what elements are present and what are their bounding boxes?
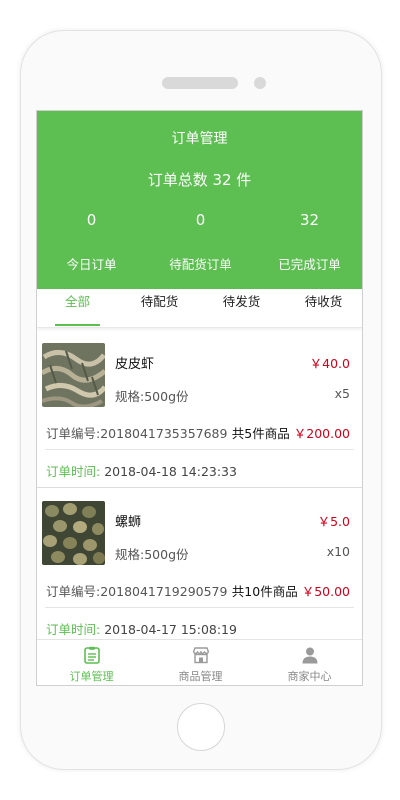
order-time-value: 2018-04-18 14:23:33 bbox=[104, 464, 237, 479]
nav-product-management-label: 商品管理 bbox=[178, 670, 223, 683]
nav-product-management[interactable]: 商品管理 bbox=[146, 640, 255, 685]
order-total-amount: ￥50.00 bbox=[301, 584, 350, 599]
product-name: 螺蛳 bbox=[115, 515, 142, 530]
order-time-label: 订单时间: bbox=[46, 622, 101, 637]
tab-pending-packing[interactable]: 待配货 bbox=[119, 289, 200, 327]
order-time-label: 订单时间: bbox=[46, 464, 101, 479]
order-time-value: 2018-04-17 15:08:19 bbox=[104, 622, 237, 637]
store-icon bbox=[192, 647, 210, 664]
product-thumbnail-shrimp bbox=[42, 343, 105, 407]
order-number: 订单编号:2018041719290579 bbox=[46, 584, 228, 599]
order-separator bbox=[37, 487, 362, 488]
header: 订单管理 订单总数 32 件 0 今日订单 0 待配货订单 32 已完成订单 bbox=[37, 111, 362, 289]
order-item-count: 共5件商品 bbox=[231, 426, 290, 441]
stat-today-value: 0 bbox=[86, 211, 97, 229]
order-time: 订单时间: 2018-04-18 14:23:33 bbox=[46, 461, 237, 480]
user-icon bbox=[302, 647, 318, 664]
order-card[interactable]: 皮皮虾 ￥40.0 规格:500g份 x5 订单编号:2018041735357… bbox=[37, 333, 362, 488]
stat-completed-value: 32 bbox=[299, 211, 320, 229]
tab-pending-shipment[interactable]: 待发货 bbox=[201, 289, 282, 327]
product-name: 皮皮虾 bbox=[115, 357, 155, 372]
order-summary: 共5件商品 ￥200.00 bbox=[232, 423, 350, 442]
product-spec: 规格:500g份 bbox=[115, 547, 189, 562]
order-item-count: 共10件商品 bbox=[231, 584, 298, 599]
order-tabs: 全部 待配货 待发货 待收货 bbox=[37, 289, 362, 328]
tab-pending-shipment-label: 待发货 bbox=[222, 294, 261, 309]
product-spec: 规格:500g份 bbox=[115, 389, 189, 404]
tab-pending-receipt-label: 待收货 bbox=[304, 294, 343, 309]
nav-order-management[interactable]: 订单管理 bbox=[37, 640, 146, 685]
order-list-icon bbox=[84, 646, 100, 664]
product-quantity: x10 bbox=[326, 544, 350, 559]
tab-pending-receipt[interactable]: 待收货 bbox=[283, 289, 362, 327]
product-thumbnail-snail bbox=[42, 501, 105, 565]
order-time: 订单时间: 2018-04-17 15:08:19 bbox=[46, 619, 237, 638]
nav-order-management-label: 订单管理 bbox=[69, 670, 114, 683]
stat-pending-value: 0 bbox=[195, 211, 206, 229]
bottom-navigation: 订单管理 商品管理 商家中心 bbox=[37, 639, 362, 685]
stat-completed-label: 已完成订单 bbox=[278, 257, 341, 272]
phone-home-button[interactable] bbox=[177, 703, 225, 751]
product-quantity: x5 bbox=[334, 386, 350, 401]
stat-pending-label: 待配货订单 bbox=[169, 257, 232, 272]
product-price: ￥5.0 bbox=[317, 514, 350, 529]
order-summary: 共10件商品 ￥50.00 bbox=[232, 581, 350, 600]
divider bbox=[45, 607, 354, 608]
nav-merchant-center[interactable]: 商家中心 bbox=[255, 640, 362, 685]
order-total: 订单总数 32 件 bbox=[147, 171, 252, 189]
app-screen: 订单管理 订单总数 32 件 0 今日订单 0 待配货订单 32 已完成订单 全… bbox=[36, 110, 363, 686]
order-number: 订单编号:2018041735357689 bbox=[46, 426, 228, 441]
tab-active-indicator bbox=[55, 324, 100, 326]
phone-speaker bbox=[162, 77, 238, 89]
stat-today-label: 今日订单 bbox=[66, 257, 117, 272]
tab-all[interactable]: 全部 bbox=[37, 289, 118, 327]
product-price: ￥40.0 bbox=[309, 356, 350, 371]
page-title: 订单管理 bbox=[171, 131, 228, 147]
divider bbox=[45, 449, 354, 450]
order-total-amount: ￥200.00 bbox=[293, 426, 350, 441]
order-card[interactable]: 螺蛳 ￥5.0 规格:500g份 x10 订单编号:20180417192905… bbox=[37, 492, 362, 647]
tab-pending-packing-label: 待配货 bbox=[140, 294, 179, 309]
nav-merchant-center-label: 商家中心 bbox=[287, 670, 332, 683]
phone-camera bbox=[254, 77, 266, 89]
tab-all-label: 全部 bbox=[64, 294, 90, 309]
